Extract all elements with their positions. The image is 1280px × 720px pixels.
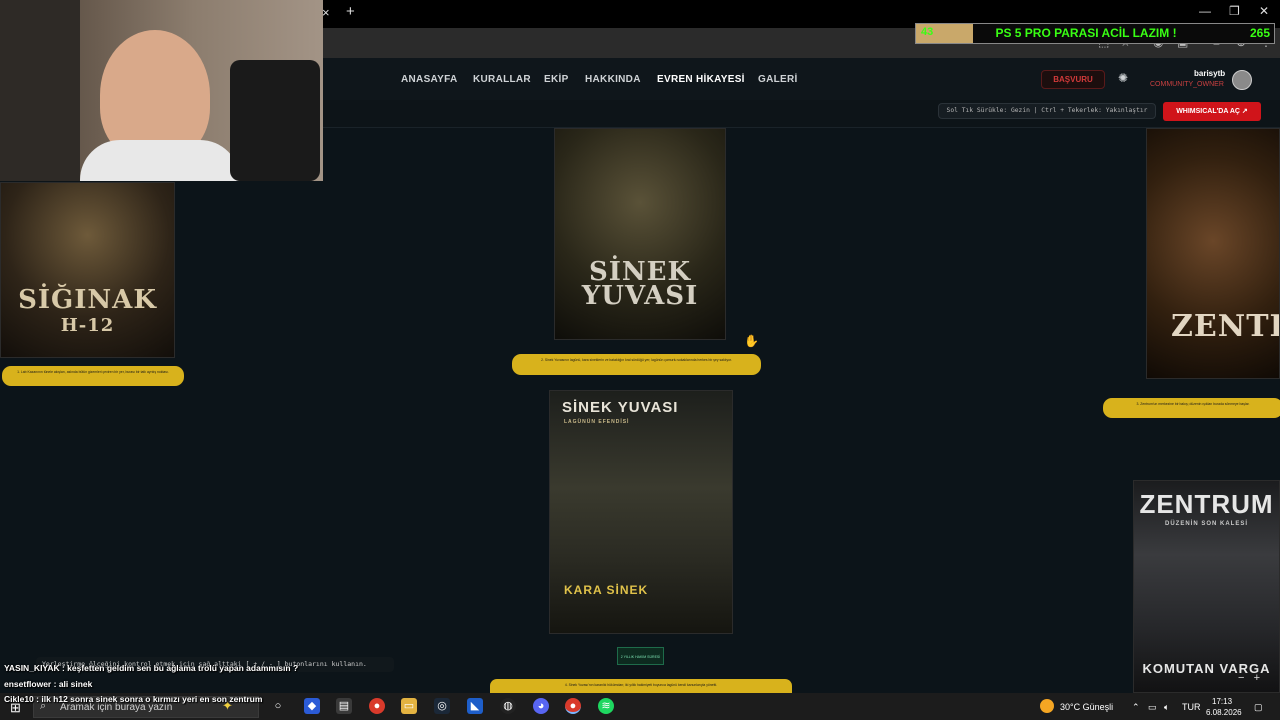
- story-note[interactable]: 3. Zentrum'un merkezine bir bakış; düzen…: [1103, 398, 1280, 418]
- clock-date: 6.08.2026: [1206, 708, 1242, 717]
- close-tab-icon[interactable]: ×: [322, 5, 330, 20]
- poster-title: ZENTRU: [1171, 309, 1279, 344]
- notification-icon[interactable]: ▢: [1254, 702, 1263, 713]
- webcam-shirt: [80, 140, 240, 181]
- chat-message: YASIN_KIYAK : keşfetten geldim sen bu ağ…: [4, 663, 299, 673]
- spotify-icon[interactable]: ≋: [598, 698, 614, 714]
- new-tab-icon[interactable]: +: [346, 3, 355, 20]
- language-indicator[interactable]: TUR: [1182, 702, 1201, 712]
- poster-siginak-h12[interactable]: SİĞINAK H-12: [0, 182, 175, 358]
- cortana-icon[interactable]: ○: [270, 698, 286, 714]
- poster-subtitle: DÜZENİN SON KALESİ: [1164, 521, 1248, 527]
- network-icon[interactable]: ▭: [1148, 702, 1157, 713]
- volume-icon[interactable]: 🔈︎: [1164, 702, 1169, 713]
- webcam-overlay: [0, 0, 323, 181]
- poster-title: ZENTRUM: [1139, 489, 1274, 519]
- story-note[interactable]: 1. Lab Kazanının tünele akışları, aslınd…: [2, 366, 184, 386]
- poster-footer: KARA SİNEK: [564, 583, 649, 597]
- app-icon[interactable]: ◣: [467, 698, 483, 714]
- story-note[interactable]: 4. Sinek Yuvası'nın karanlık hükümdarı; …: [490, 679, 792, 693]
- chat-message: Cikle10 : ilk h12 sonra sinek sonra o kı…: [4, 694, 263, 704]
- chrome-active-icon[interactable]: ●: [565, 698, 581, 714]
- chat-message: ensetflower : ali sinek: [4, 679, 93, 689]
- tray-chevron-icon[interactable]: ⌃: [1132, 702, 1140, 713]
- donation-current: 43: [921, 26, 934, 38]
- minimize-icon[interactable]: —: [1199, 4, 1211, 18]
- nav-rules[interactable]: KURALLAR: [473, 74, 531, 85]
- story-note[interactable]: 2. Sinek Yuvasının lagünü, kara sinekler…: [512, 354, 761, 375]
- story-canvas[interactable]: SİĞINAK H-12 1. Lab Kazanının tünele akı…: [0, 128, 1280, 693]
- donation-goal-bar: 43 PS 5 PRO PARASI ACİL LAZIM ! 265: [915, 23, 1275, 44]
- nav-home[interactable]: ANASAYFA: [401, 74, 458, 85]
- poster-subtitle: H-12: [60, 315, 115, 336]
- user-role: COMMUNITY_OWNER: [1150, 81, 1224, 88]
- explorer-icon[interactable]: ▭: [401, 698, 417, 714]
- webcam-mic: [230, 60, 320, 181]
- external-link-icon: ↗: [1241, 108, 1248, 115]
- poster-kara-sinek[interactable]: SİNEK YUVASI LAGÜNÜN EFENDİSİ KARA SİNEK: [549, 390, 733, 634]
- zoom-out-icon[interactable]: −: [1238, 672, 1244, 684]
- poster-title: SİĞINAK: [18, 285, 157, 315]
- poster-subtitle: YUVASI: [581, 281, 699, 311]
- username: barisytb: [1194, 69, 1226, 78]
- poster-sinek-yuvasi[interactable]: SİNEK YUVASI: [554, 128, 726, 340]
- zoom-in-icon[interactable]: +: [1254, 672, 1260, 684]
- apply-button[interactable]: BAŞVURU: [1041, 70, 1105, 89]
- poster-title: SİNEK YUVASI: [562, 399, 679, 416]
- open-in-whimsical-label: WHIMSICAL'DA AÇ: [1176, 108, 1240, 115]
- zoom-controls[interactable]: − +: [1238, 672, 1260, 684]
- restore-icon[interactable]: ❐: [1229, 4, 1240, 18]
- donation-title: PS 5 PRO PARASI ACİL LAZIM !: [995, 26, 1177, 40]
- nav-universe-story[interactable]: EVREN HİKAYESİ: [657, 74, 745, 85]
- chrome-icon[interactable]: ●: [369, 698, 385, 714]
- poster-komutan-varga[interactable]: ZENTRUM DÜZENİN SON KALESİ KOMUTAN VARGA: [1133, 480, 1280, 693]
- poster-zentrum-city[interactable]: ZENTRU: [1146, 128, 1280, 379]
- open-in-whimsical-button[interactable]: WHIMSICAL'DA AÇ ↗: [1163, 102, 1261, 121]
- nav-about[interactable]: HAKKINDA: [585, 74, 641, 85]
- obs-icon[interactable]: ◍: [500, 698, 516, 714]
- avatar[interactable]: [1232, 70, 1252, 90]
- navigation-hint: Sol Tık Sürükle: Gezin | Ctrl + Tekerlek…: [938, 103, 1156, 119]
- donation-goal: 265: [1249, 26, 1270, 40]
- weather-icon: [1040, 699, 1054, 713]
- nav-team[interactable]: EKİP: [544, 74, 569, 85]
- duration-tag: 2 YILLIK HAKIM SÜRESİ: [617, 647, 664, 665]
- webcam-shelf: [0, 0, 80, 181]
- app-icon[interactable]: ◆: [304, 698, 320, 714]
- steam-icon[interactable]: ◎: [434, 698, 450, 714]
- store-icon[interactable]: ▤: [336, 698, 352, 714]
- theme-toggle-icon[interactable]: ✺: [1118, 71, 1128, 85]
- grab-cursor-icon: ✋: [744, 334, 759, 348]
- discord-icon[interactable]: ◕: [533, 698, 549, 714]
- close-window-icon[interactable]: ✕: [1259, 4, 1269, 18]
- clock-time: 17:13: [1212, 697, 1233, 706]
- weather-text: 30°C Güneşli: [1060, 702, 1114, 712]
- poster-subtitle: LAGÜNÜN EFENDİSİ: [564, 419, 630, 425]
- nav-gallery[interactable]: GALERİ: [758, 74, 798, 85]
